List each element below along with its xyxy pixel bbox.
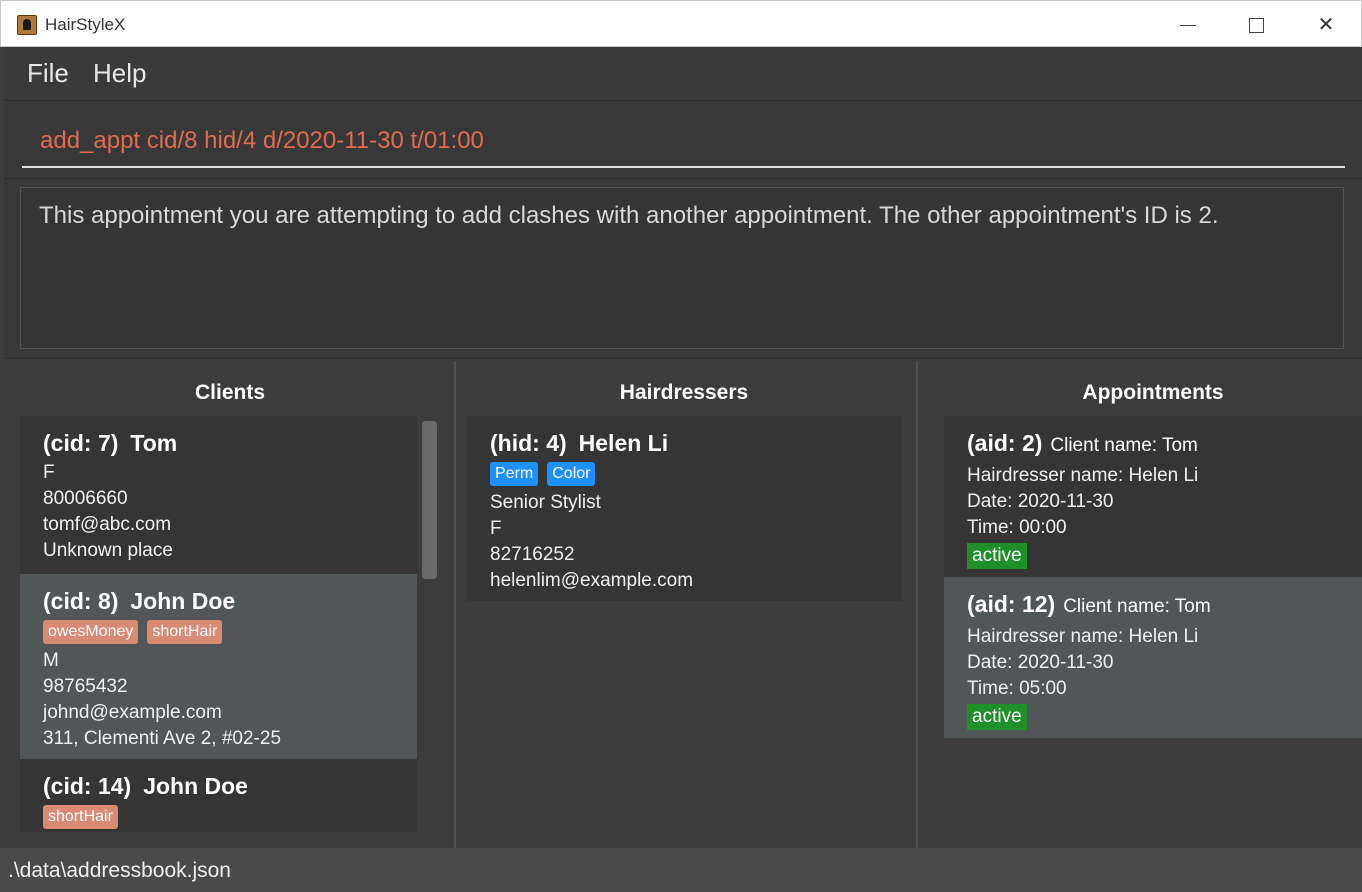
window-title: HairStyleX — [45, 15, 126, 34]
status-badge: active — [967, 543, 1027, 569]
portrait-icon — [17, 15, 37, 35]
hairdressers-title: Hairdressers — [619, 381, 749, 404]
minimize-icon — [1180, 25, 1196, 27]
panel-divider — [454, 361, 456, 849]
appointment-id: (aid: 2) — [967, 430, 1043, 456]
appointment-card[interactable]: (aid: 2) Client name: Tom Hairdresser nam… — [944, 416, 1362, 577]
client-card[interactable]: (cid: 7) Tom F 80006660 tomf@abc.com Unkn… — [20, 416, 417, 574]
client-email: johnd@example.com — [43, 702, 222, 723]
command-input[interactable] — [22, 116, 1345, 168]
client-email: tomf@abc.com — [43, 514, 172, 535]
specialization-tag: Perm — [490, 462, 539, 486]
appointment-time: Time: 00:00 — [967, 517, 1067, 538]
appointment-time: Time: 05:00 — [967, 678, 1067, 699]
appointment-card[interactable]: (aid: 12) Client name: Tom Hairdresser na… — [944, 577, 1362, 738]
maximize-icon — [1248, 18, 1264, 34]
appointment-id: (aid: 12) — [967, 591, 1056, 617]
client-id: (cid: 7) — [43, 430, 119, 456]
clients-scrollbar[interactable] — [422, 421, 437, 579]
client-address: 311, Clementi Ave 2, #02-25 — [43, 728, 282, 749]
menu-file[interactable]: File — [27, 58, 69, 89]
result-display: This appointment you are attempting to a… — [20, 187, 1344, 349]
list-panels: Clients (cid: 7) Tom F 80006660 tomf@abc.… — [4, 358, 1362, 849]
client-id: (cid: 14) — [43, 773, 132, 799]
hairdresser-phone: 82716252 — [490, 544, 575, 565]
client-gender: F — [43, 462, 55, 483]
client-name: Tom — [130, 430, 178, 456]
specialization-tag: Color — [547, 462, 596, 486]
status-badge: active — [967, 704, 1027, 730]
data-file-path: .\data\addressbook.json — [8, 859, 231, 882]
menu-help[interactable]: Help — [93, 58, 146, 89]
minimize-button[interactable] — [1165, 9, 1211, 41]
result-area: This appointment you are attempting to a… — [4, 178, 1362, 358]
client-address: Unknown place — [43, 540, 173, 561]
client-tag: owesMoney — [43, 620, 139, 644]
client-name: John Doe — [143, 773, 248, 799]
command-area — [4, 102, 1362, 178]
close-button[interactable]: ✕ — [1303, 9, 1349, 41]
appointment-client: Client name: Tom — [1050, 435, 1198, 456]
appointment-hairdresser: Hairdresser name: Helen Li — [967, 465, 1199, 486]
hairdresser-name: Helen Li — [578, 430, 669, 456]
result-message: This appointment you are attempting to a… — [39, 202, 1219, 229]
appointment-date: Date: 2020-11-30 — [967, 491, 1114, 512]
client-phone: 98765432 — [43, 676, 128, 697]
menu-bar: File Help — [4, 47, 1362, 101]
hairdresser-title: Senior Stylist — [490, 492, 601, 513]
client-tag: shortHair — [43, 805, 118, 829]
appointment-date: Date: 2020-11-30 — [967, 652, 1114, 673]
client-card-selected[interactable]: (cid: 8) John Doe owesMoney shortHair M 98… — [20, 574, 417, 759]
client-phone: 80006660 — [43, 488, 128, 509]
clients-title: Clients — [194, 381, 265, 404]
client-id: (cid: 8) — [43, 588, 119, 614]
maximize-button[interactable] — [1233, 9, 1279, 41]
client-card[interactable]: (cid: 14) John Doe shortHair — [20, 759, 417, 832]
hairdresser-card[interactable]: (hid: 4) Helen Li Perm Color Senior Stylis… — [467, 416, 902, 601]
client-gender: M — [43, 650, 59, 671]
title-bar: HairStyleX ✕ — [0, 0, 1362, 47]
close-icon: ✕ — [1317, 14, 1335, 36]
status-bar: .\data\addressbook.json — [0, 848, 1362, 892]
hairdresser-gender: F — [490, 518, 502, 539]
appointment-client: Client name: Tom — [1063, 596, 1211, 617]
client-name: John Doe — [130, 588, 236, 614]
appointment-hairdresser: Hairdresser name: Helen Li — [967, 626, 1199, 647]
client-tag: shortHair — [147, 620, 223, 644]
appointments-title: Appointments — [1082, 381, 1224, 404]
panel-divider — [916, 361, 918, 849]
hairdresser-id: (hid: 4) — [490, 430, 567, 456]
hairdresser-email: helenlim@example.com — [490, 570, 694, 591]
